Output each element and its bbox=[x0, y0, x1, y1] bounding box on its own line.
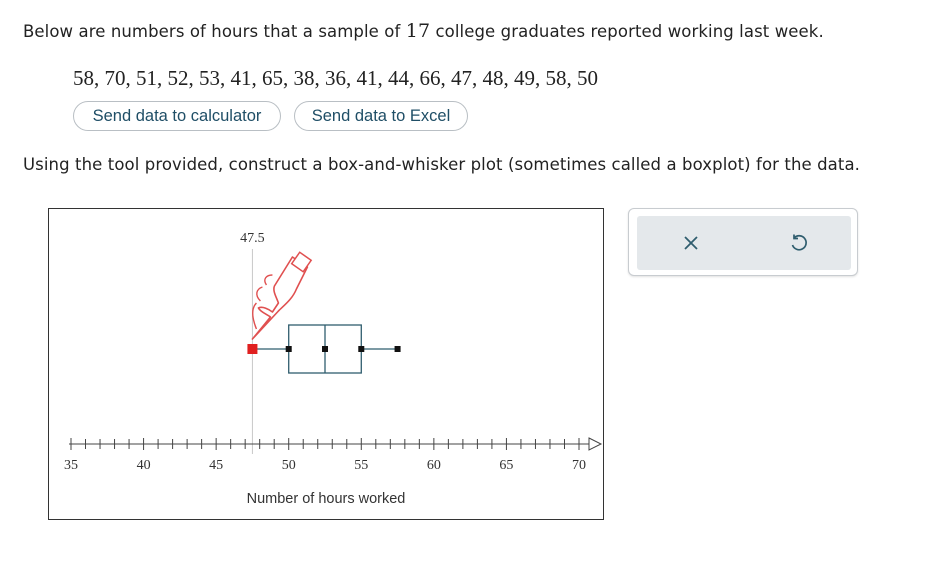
q3-handle[interactable] bbox=[358, 346, 365, 352]
tool-controls bbox=[628, 208, 858, 276]
tool-controls-bar bbox=[637, 216, 851, 270]
tick-label: 50 bbox=[282, 458, 296, 473]
tick-label: 55 bbox=[354, 458, 368, 473]
question-suffix: college graduates reported working last … bbox=[435, 22, 824, 41]
axis-arrow-icon bbox=[588, 437, 603, 451]
undo-button[interactable] bbox=[744, 216, 851, 270]
tick-label: 35 bbox=[64, 458, 78, 473]
axis-label: Number of hours worked bbox=[247, 491, 406, 507]
tick-label: 60 bbox=[427, 458, 441, 473]
q1-handle[interactable] bbox=[285, 346, 292, 352]
tick-label: 65 bbox=[499, 458, 513, 473]
cursor-value-label: 47.5 bbox=[240, 231, 265, 246]
clear-button[interactable] bbox=[637, 216, 744, 270]
boxplot-tool-canvas[interactable]: 47.5 35 40 45 50 55 60 65 70 Number of hours wo… bbox=[48, 208, 604, 520]
tick-label: 70 bbox=[572, 458, 586, 473]
send-to-calculator-button[interactable]: Send data to calculator bbox=[73, 101, 281, 131]
median-handle[interactable] bbox=[322, 346, 328, 352]
pointer-hand-icon bbox=[251, 251, 313, 340]
question-prompt: Below are numbers of hours that a sample… bbox=[23, 20, 824, 42]
instruction-text: Using the tool provided, construct a box… bbox=[23, 155, 861, 174]
sample-size: 17 bbox=[405, 20, 431, 42]
tick-label: 40 bbox=[137, 458, 151, 473]
boxplot-svg[interactable]: 47.5 35 40 45 50 55 60 65 70 Number of hours wo… bbox=[49, 209, 603, 519]
number-line-axis[interactable]: 35 40 45 50 55 60 65 70 bbox=[64, 437, 603, 473]
question-prefix: Below are numbers of hours that a sample… bbox=[23, 22, 401, 41]
send-to-excel-button[interactable]: Send data to Excel bbox=[294, 101, 468, 131]
boxplot[interactable] bbox=[247, 324, 401, 374]
close-icon bbox=[683, 236, 698, 250]
tick-label: 45 bbox=[209, 458, 223, 473]
min-handle[interactable] bbox=[247, 344, 258, 354]
max-handle[interactable] bbox=[394, 346, 401, 352]
hand-finger bbox=[256, 286, 263, 302]
undo-icon bbox=[791, 234, 807, 251]
data-values: 58, 70, 51, 52, 53, 41, 65, 38, 36, 41, … bbox=[73, 66, 598, 90]
hand-finger bbox=[264, 274, 273, 286]
hand-finger bbox=[251, 302, 258, 330]
